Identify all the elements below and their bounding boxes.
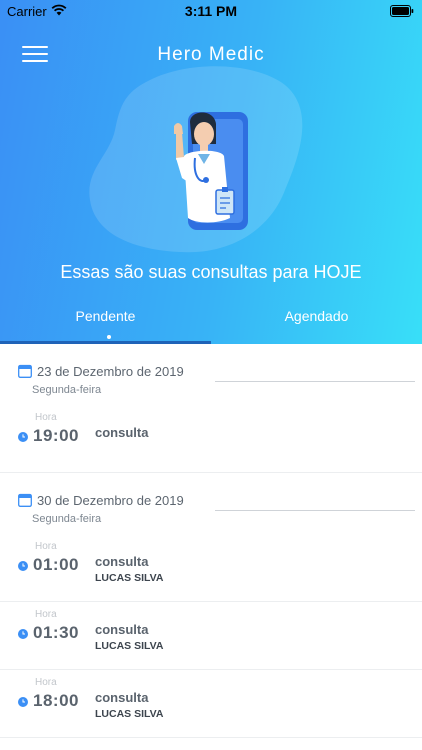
appointment-title: consulta: [95, 554, 149, 569]
appointment-time: 01:00: [33, 555, 79, 574]
patient-name: LUCAS SILVA: [95, 708, 164, 720]
header: Carrier 3:11 PM Hero Medic Essas são sua…: [0, 0, 422, 344]
clock-icon: [18, 629, 28, 639]
page-indicator-dot: [107, 335, 111, 339]
clock-icon: [18, 561, 28, 571]
appointment-time: 18:00: [33, 691, 79, 710]
hora-label: Hora: [35, 677, 57, 688]
headline: Essas são suas consultas para HOJE: [60, 262, 362, 282]
appointment-title: consulta: [95, 690, 149, 705]
appointment-time: 01:30: [33, 623, 79, 642]
divider: [0, 472, 422, 473]
date-label: 30 de Dezembro de 2019: [37, 493, 184, 508]
hora-label: Hora: [35, 541, 57, 552]
battery-icon: [390, 5, 414, 17]
hora-label: Hora: [35, 609, 57, 620]
divider: [0, 669, 422, 670]
status-time: 3:11 PM: [184, 3, 238, 19]
appointment-title: consulta: [95, 425, 149, 440]
tab-agendado[interactable]: Agendado: [211, 308, 422, 324]
date-separator-line: [215, 510, 415, 511]
calendar-icon: [18, 493, 32, 507]
patient-name: LUCAS SILVA: [95, 572, 164, 584]
hora-label: Hora: [35, 412, 57, 423]
calendar-icon: [18, 364, 32, 378]
date-separator-line: [215, 381, 415, 382]
weekday-label: Segunda-feira: [32, 513, 102, 525]
patient-name: LUCAS SILVA: [95, 640, 164, 652]
tab-bar: Pendente Agendado: [0, 300, 422, 344]
doctor-illustration-icon: [174, 112, 248, 230]
weekday-label: Segunda-feira: [32, 384, 102, 396]
appointments-list[interactable]: 23 de Dezembro de 2019 Segunda-feira Hor…: [0, 344, 422, 750]
divider: [0, 601, 422, 602]
date-label: 23 de Dezembro de 2019: [37, 364, 184, 379]
appointment-time: 19:00: [33, 426, 79, 445]
clock-icon: [18, 432, 28, 442]
clock-icon: [18, 697, 28, 707]
tab-pendente[interactable]: Pendente: [0, 308, 211, 324]
status-bar: Carrier 3:11 PM: [0, 0, 422, 22]
divider: [0, 737, 422, 738]
appointment-title: consulta: [95, 622, 149, 637]
